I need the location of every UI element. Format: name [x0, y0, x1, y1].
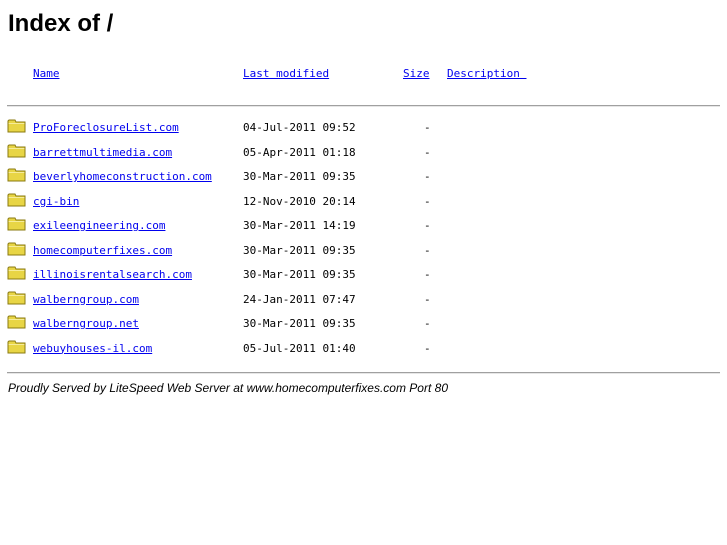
directory-link[interactable]: walberngroup.com — [33, 293, 139, 307]
folder-icon — [7, 241, 26, 256]
directory-row: beverlyhomeconstruction.com 30-Mar-2011 … — [0, 167, 727, 187]
folder-icon — [7, 118, 26, 133]
directory-link[interactable]: beverlyhomeconstruction.com — [33, 170, 212, 184]
directory-link[interactable]: barrettmultimedia.com — [33, 146, 172, 160]
file-size: - — [424, 268, 431, 281]
last-modified: 24-Jan-2011 07:47 — [243, 292, 356, 306]
folder-icon — [7, 143, 26, 158]
folder-icon — [7, 167, 26, 182]
last-modified: 05-Apr-2011 01:18 — [243, 145, 356, 159]
column-header-name[interactable]: Name — [33, 67, 60, 81]
file-size: - — [424, 219, 431, 232]
folder-icon — [7, 216, 26, 231]
directory-link[interactable]: homecomputerfixes.com — [33, 244, 172, 258]
last-modified: 04-Jul-2011 09:52 — [243, 121, 356, 134]
header-divider — [7, 105, 720, 107]
directory-row: illinoisrentalsearch.com 30-Mar-2011 09:… — [0, 265, 727, 285]
last-modified: 30-Mar-2011 14:19 — [243, 219, 356, 232]
folder-icon — [7, 339, 26, 354]
file-size: - — [424, 170, 431, 183]
directory-link[interactable]: webuyhouses-il.com — [33, 342, 152, 356]
directory-row: walberngroup.net 30-Mar-2011 09:35 - — [0, 314, 727, 334]
last-modified: 30-Mar-2011 09:35 — [243, 170, 356, 183]
directory-link[interactable]: ProForeclosureList.com — [33, 121, 179, 135]
directory-link[interactable]: walberngroup.net — [33, 317, 139, 331]
directory-row: exileengineering.com 30-Mar-2011 14:19 - — [0, 216, 727, 236]
page-title: Index of / — [8, 10, 114, 37]
file-size: - — [424, 341, 431, 355]
file-size: - — [424, 243, 431, 257]
file-size: - — [424, 145, 431, 159]
directory-row: ProForeclosureList.com 04-Jul-2011 09:52… — [0, 118, 727, 138]
last-modified: 30-Mar-2011 09:35 — [243, 268, 356, 281]
folder-icon — [7, 265, 26, 280]
folder-icon — [7, 290, 26, 305]
file-size: - — [424, 194, 431, 208]
column-header-size[interactable]: Size — [403, 67, 430, 81]
directory-row: cgi-bin 12-Nov-2010 20:14 - — [0, 192, 727, 212]
server-signature: Proudly Served by LiteSpeed Web Server a… — [8, 381, 448, 395]
file-size: - — [424, 121, 431, 134]
file-size: - — [424, 292, 431, 306]
column-header-description[interactable]: Description — [447, 67, 526, 81]
folder-icon — [7, 314, 26, 329]
folder-icon — [7, 192, 26, 207]
directory-link[interactable]: exileengineering.com — [33, 219, 165, 233]
directory-row: barrettmultimedia.com 05-Apr-2011 01:18 … — [0, 143, 727, 163]
directory-link[interactable]: cgi-bin — [33, 195, 79, 209]
directory-link[interactable]: illinoisrentalsearch.com — [33, 268, 192, 282]
footer-divider — [7, 372, 720, 374]
column-header-last-modified[interactable]: Last modified — [243, 67, 329, 81]
last-modified: 30-Mar-2011 09:35 — [243, 317, 356, 330]
directory-row: webuyhouses-il.com 05-Jul-2011 01:40 - — [0, 339, 727, 359]
directory-row: homecomputerfixes.com 30-Mar-2011 09:35 … — [0, 241, 727, 261]
last-modified: 05-Jul-2011 01:40 — [243, 341, 356, 355]
last-modified: 30-Mar-2011 09:35 — [243, 243, 356, 257]
last-modified: 12-Nov-2010 20:14 — [243, 194, 356, 208]
directory-row: walberngroup.com 24-Jan-2011 07:47 - — [0, 290, 727, 310]
file-size: - — [424, 317, 431, 330]
